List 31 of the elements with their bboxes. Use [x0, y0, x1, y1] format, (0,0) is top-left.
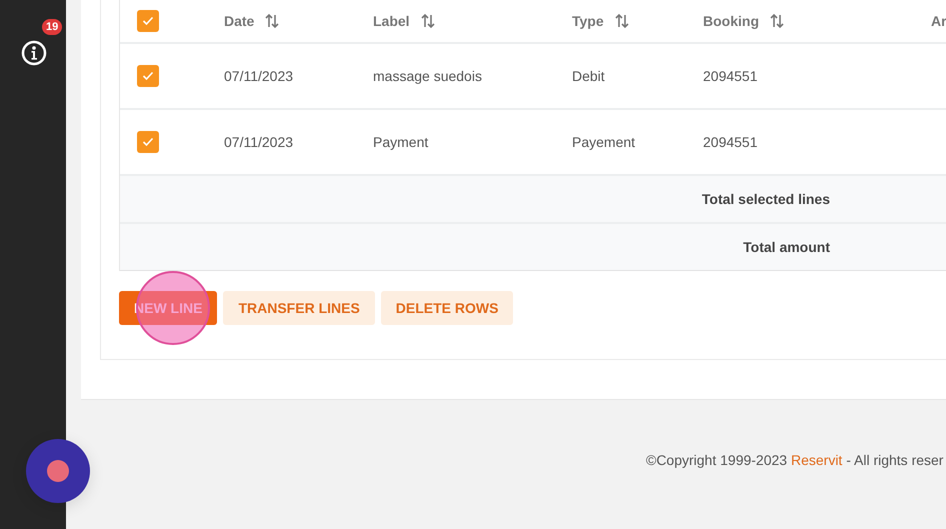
total-label: Total amount: [742, 238, 831, 256]
reservit-link[interactable]: Reservit: [790, 452, 842, 468]
copyright-text: ©Copyright 1999-2023 Reservit - All rights reser: [646, 451, 944, 470]
check-icon: [142, 16, 154, 26]
column-header[interactable]: Type: [572, 10, 604, 32]
table-cell: 07/11/2023: [224, 134, 294, 150]
column-header[interactable]: Label: [373, 10, 410, 32]
column-header[interactable]: Booking: [703, 10, 759, 32]
column-header: Ar: [931, 12, 946, 30]
table-cell: Debit: [572, 68, 605, 84]
checkbox[interactable]: [137, 65, 159, 87]
table-cell: 2094551: [703, 134, 758, 150]
info-icon[interactable]: [21, 40, 47, 66]
check-icon: [142, 71, 154, 81]
total-label: Total selected lines: [700, 190, 831, 208]
checkbox[interactable]: [137, 10, 159, 32]
button[interactable]: DELETE ROWS: [380, 291, 514, 325]
table-cell: Payment: [373, 134, 428, 150]
column-header[interactable]: Date: [224, 10, 254, 32]
sort-icon[interactable]: [769, 13, 785, 29]
checkbox[interactable]: [137, 131, 159, 153]
table-cell: massage suedois: [373, 68, 482, 84]
check-icon: [142, 137, 154, 147]
sort-icon[interactable]: [614, 13, 630, 29]
notification-badge: 19: [42, 19, 62, 35]
table-cell: 2094551: [703, 68, 758, 84]
sort-icon[interactable]: [420, 13, 436, 29]
button[interactable]: TRANSFER LINES: [223, 291, 375, 325]
table-cell: Payement: [572, 134, 636, 150]
sort-icon[interactable]: [264, 13, 280, 29]
table-cell: 07/11/2023: [224, 68, 294, 84]
